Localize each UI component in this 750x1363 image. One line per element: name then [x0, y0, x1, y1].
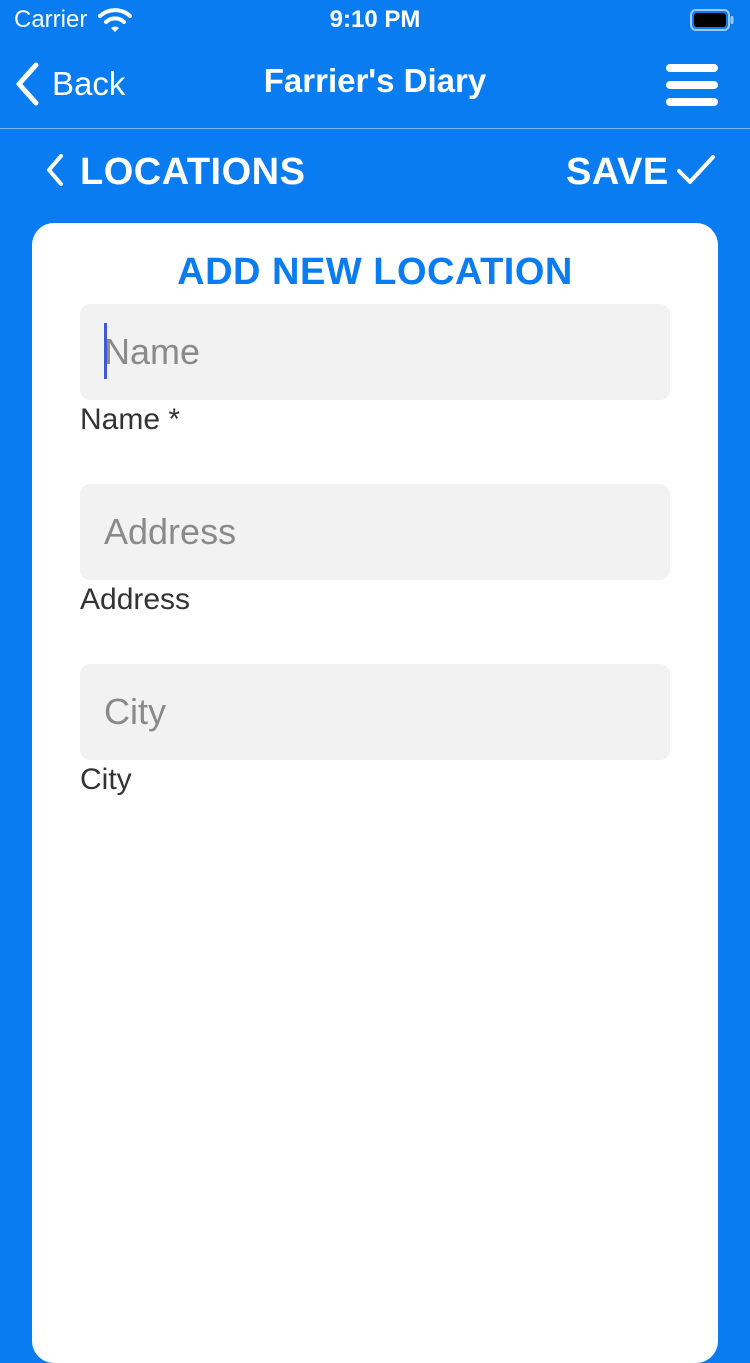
- city-input[interactable]: [80, 664, 670, 760]
- chevron-left-icon: [14, 62, 40, 106]
- save-button[interactable]: SAVE: [566, 151, 717, 194]
- name-input[interactable]: [80, 304, 670, 400]
- save-label: SAVE: [566, 151, 669, 193]
- back-button[interactable]: Back: [14, 60, 125, 108]
- chevron-left-icon: [44, 152, 66, 193]
- status-bar: Carrier 9:10 PM: [0, 0, 750, 40]
- address-input[interactable]: [80, 484, 670, 580]
- city-field-label: City: [80, 763, 132, 796]
- address-field-label: Address: [80, 583, 191, 616]
- app-title: Farrier's Diary: [263, 62, 487, 99]
- name-field-label: Name *: [80, 403, 181, 436]
- text-cursor: [104, 323, 107, 379]
- locations-label: LOCATIONS: [80, 151, 306, 193]
- sub-header: LOCATIONS SAVE: [0, 129, 750, 221]
- hamburger-menu-icon[interactable]: [660, 60, 724, 110]
- battery-icon: [690, 9, 734, 31]
- clock: 9:10 PM: [329, 6, 421, 33]
- navigation-bar: Back Farrier's Diary: [0, 40, 750, 129]
- form-card: ADD NEW LOCATION Name * Address City: [32, 223, 718, 1363]
- locations-back-button[interactable]: LOCATIONS: [44, 151, 305, 194]
- checkmark-icon: [675, 152, 717, 193]
- form-heading: ADD NEW LOCATION: [177, 251, 573, 293]
- back-label: Back: [52, 65, 126, 102]
